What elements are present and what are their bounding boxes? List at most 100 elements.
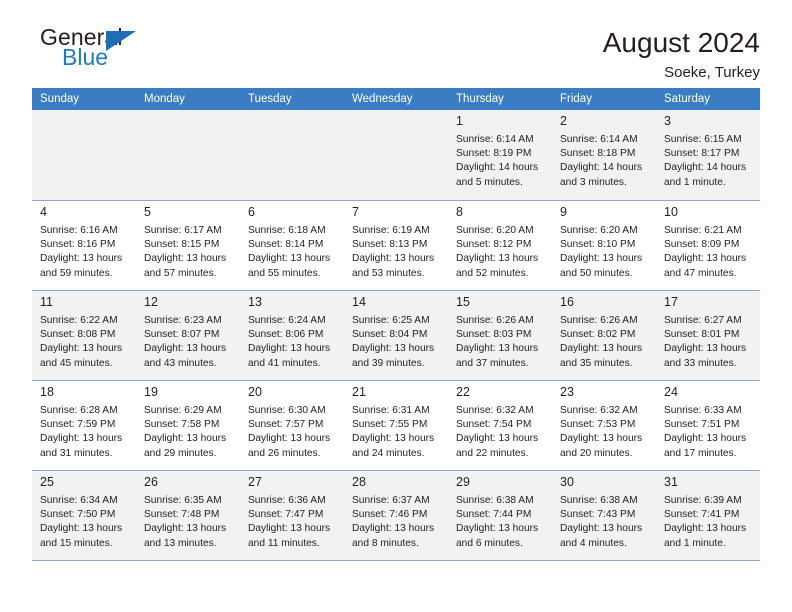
day-number — [40, 114, 130, 129]
day-sunset-text: Sunset: 7:46 PM — [352, 509, 428, 521]
day-number: 7 — [352, 205, 359, 219]
calendar-day-cell[interactable]: 31 Sunrise: 6:39 AM Sunset: 7:41 PM Dayligh… — [656, 470, 760, 560]
day-sunrise-text: Sunrise: 6:32 AM — [560, 405, 638, 416]
day-number: 23 — [560, 385, 574, 399]
day-number: 9 — [560, 205, 567, 219]
day-daylight-line2-text: and 43 minutes. — [144, 357, 217, 369]
calendar-day-cell[interactable]: 28 Sunrise: 6:37 AM Sunset: 7:46 PM Dayligh… — [344, 470, 448, 560]
day-sunset-text: Sunset: 7:48 PM — [144, 509, 220, 521]
day-sunset-text: Sunset: 8:15 PM — [144, 239, 220, 251]
day-sun-info: Sunrise: 6:34 AM Sunset: 7:50 PM Daylight:… — [40, 494, 130, 551]
calendar-day-cell[interactable]: 11 Sunrise: 6:22 AM Sunset: 8:08 PM Dayligh… — [32, 290, 136, 380]
calendar-day-cell[interactable]: 23 Sunrise: 6:32 AM Sunset: 7:53 PM Dayligh… — [552, 380, 656, 470]
day-daylight-line1-text: Daylight: 13 hours — [560, 523, 643, 535]
calendar-day-cell[interactable]: 22 Sunrise: 6:32 AM Sunset: 7:54 PM Dayligh… — [448, 380, 552, 470]
day-sunset-text: Sunset: 8:04 PM — [352, 329, 428, 341]
day-sunset-text: Sunset: 7:44 PM — [456, 509, 532, 521]
calendar-day-cell[interactable]: 14 Sunrise: 6:25 AM Sunset: 8:04 PM Dayligh… — [344, 290, 448, 380]
calendar-body: 1 Sunrise: 6:14 AM Sunset: 8:19 PM Daylight… — [32, 110, 760, 560]
calendar-day-cell[interactable]: 15 Sunrise: 6:26 AM Sunset: 8:03 PM Dayligh… — [448, 290, 552, 380]
calendar-day-cell[interactable]: 30 Sunrise: 6:38 AM Sunset: 7:43 PM Dayligh… — [552, 470, 656, 560]
day-cell-inner: 7 Sunrise: 6:19 AM Sunset: 8:13 PM Daylight… — [344, 200, 448, 290]
day-sunrise-text: Sunrise: 6:24 AM — [248, 315, 326, 326]
day-daylight-line2-text: and 35 minutes. — [560, 357, 633, 369]
day-daylight-line1-text: Daylight: 14 hours — [560, 162, 643, 174]
day-cell-inner: 20 Sunrise: 6:30 AM Sunset: 7:57 PM Dayligh… — [240, 380, 344, 470]
day-sunrise-text: Sunrise: 6:30 AM — [248, 405, 326, 416]
calendar-day-cell[interactable]: 5 Sunrise: 6:17 AM Sunset: 8:15 PM Daylight… — [136, 200, 240, 290]
day-cell-inner — [32, 110, 136, 200]
calendar-day-cell[interactable]: 26 Sunrise: 6:35 AM Sunset: 7:48 PM Dayligh… — [136, 470, 240, 560]
calendar-day-cell[interactable]: 12 Sunrise: 6:23 AM Sunset: 8:07 PM Dayligh… — [136, 290, 240, 380]
day-sunrise-text: Sunrise: 6:14 AM — [456, 134, 534, 145]
calendar-day-cell[interactable]: 13 Sunrise: 6:24 AM Sunset: 8:06 PM Dayligh… — [240, 290, 344, 380]
day-daylight-line2-text: and 4 minutes. — [560, 537, 627, 549]
day-sunset-text: Sunset: 7:54 PM — [456, 419, 532, 431]
calendar-day-cell[interactable]: 25 Sunrise: 6:34 AM Sunset: 7:50 PM Dayligh… — [32, 470, 136, 560]
day-sun-info: Sunrise: 6:28 AM Sunset: 7:59 PM Daylight:… — [40, 404, 130, 461]
day-sun-info: Sunrise: 6:38 AM Sunset: 7:44 PM Daylight:… — [456, 494, 546, 551]
calendar-day-cell[interactable]: 9 Sunrise: 6:20 AM Sunset: 8:10 PM Daylight… — [552, 200, 656, 290]
day-number: 6 — [248, 205, 255, 219]
day-number: 4 — [40, 205, 47, 219]
calendar-day-cell[interactable]: 17 Sunrise: 6:27 AM Sunset: 8:01 PM Dayligh… — [656, 290, 760, 380]
day-sunset-text: Sunset: 8:09 PM — [664, 239, 740, 251]
brand-logo[interactable]: General Blue — [32, 26, 162, 76]
day-cell-inner — [136, 110, 240, 200]
day-sun-info: Sunrise: 6:29 AM Sunset: 7:58 PM Daylight:… — [144, 404, 234, 461]
calendar-day-cell[interactable]: 3 Sunrise: 6:15 AM Sunset: 8:17 PM Daylight… — [656, 110, 760, 200]
day-daylight-line2-text: and 13 minutes. — [144, 537, 217, 549]
day-sunrise-text: Sunrise: 6:39 AM — [664, 495, 742, 506]
day-sun-info: Sunrise: 6:32 AM Sunset: 7:53 PM Daylight:… — [560, 404, 650, 461]
day-daylight-line1-text: Daylight: 13 hours — [144, 523, 227, 535]
calendar-day-cell[interactable]: 20 Sunrise: 6:30 AM Sunset: 7:57 PM Dayligh… — [240, 380, 344, 470]
day-sunrise-text: Sunrise: 6:28 AM — [40, 405, 118, 416]
calendar-day-cell[interactable]: 7 Sunrise: 6:19 AM Sunset: 8:13 PM Daylight… — [344, 200, 448, 290]
day-sun-info: Sunrise: 6:15 AM Sunset: 8:17 PM Daylight:… — [664, 133, 754, 190]
day-sunset-text: Sunset: 8:13 PM — [352, 239, 428, 251]
day-daylight-line1-text: Daylight: 13 hours — [560, 253, 643, 265]
day-daylight-line2-text: and 20 minutes. — [560, 447, 633, 459]
calendar-day-cell[interactable]: 24 Sunrise: 6:33 AM Sunset: 7:51 PM Dayligh… — [656, 380, 760, 470]
day-cell-inner: 11 Sunrise: 6:22 AM Sunset: 8:08 PM Dayligh… — [32, 290, 136, 380]
day-sun-info: Sunrise: 6:14 AM Sunset: 8:19 PM Daylight:… — [456, 133, 546, 190]
calendar-day-cell[interactable]: 16 Sunrise: 6:26 AM Sunset: 8:02 PM Dayligh… — [552, 290, 656, 380]
calendar-day-cell[interactable]: 1 Sunrise: 6:14 AM Sunset: 8:19 PM Daylight… — [448, 110, 552, 200]
calendar-day-cell[interactable]: 18 Sunrise: 6:28 AM Sunset: 7:59 PM Dayligh… — [32, 380, 136, 470]
day-daylight-line1-text: Daylight: 13 hours — [352, 433, 435, 445]
day-number: 18 — [40, 385, 54, 399]
day-sunset-text: Sunset: 8:19 PM — [456, 148, 532, 160]
calendar-day-cell[interactable]: 29 Sunrise: 6:38 AM Sunset: 7:44 PM Dayligh… — [448, 470, 552, 560]
day-daylight-line1-text: Daylight: 13 hours — [40, 523, 123, 535]
day-daylight-line1-text: Daylight: 13 hours — [248, 253, 331, 265]
day-sunrise-text: Sunrise: 6:34 AM — [40, 495, 118, 506]
calendar-day-cell[interactable]: 10 Sunrise: 6:21 AM Sunset: 8:09 PM Dayligh… — [656, 200, 760, 290]
calendar-day-cell[interactable]: 27 Sunrise: 6:36 AM Sunset: 7:47 PM Dayligh… — [240, 470, 344, 560]
day-daylight-line2-text: and 5 minutes. — [456, 176, 523, 188]
day-number: 30 — [560, 475, 574, 489]
day-daylight-line1-text: Daylight: 13 hours — [40, 343, 123, 355]
day-cell-inner: 14 Sunrise: 6:25 AM Sunset: 8:04 PM Dayligh… — [344, 290, 448, 380]
day-sun-info: Sunrise: 6:16 AM Sunset: 8:16 PM Daylight:… — [40, 224, 130, 281]
day-sunrise-text: Sunrise: 6:29 AM — [144, 405, 222, 416]
calendar-day-cell[interactable]: 21 Sunrise: 6:31 AM Sunset: 7:55 PM Dayligh… — [344, 380, 448, 470]
calendar-day-cell[interactable]: 8 Sunrise: 6:20 AM Sunset: 8:12 PM Daylight… — [448, 200, 552, 290]
day-sunset-text: Sunset: 8:18 PM — [560, 148, 636, 160]
day-daylight-line1-text: Daylight: 13 hours — [664, 253, 747, 265]
day-daylight-line2-text: and 1 minute. — [664, 537, 726, 549]
calendar-day-cell[interactable]: 19 Sunrise: 6:29 AM Sunset: 7:58 PM Dayligh… — [136, 380, 240, 470]
day-daylight-line1-text: Daylight: 13 hours — [664, 343, 747, 355]
day-cell-inner: 28 Sunrise: 6:37 AM Sunset: 7:46 PM Dayligh… — [344, 470, 448, 560]
calendar-day-cell[interactable]: 6 Sunrise: 6:18 AM Sunset: 8:14 PM Daylight… — [240, 200, 344, 290]
calendar-day-cell-empty — [136, 110, 240, 200]
day-sun-info: Sunrise: 6:32 AM Sunset: 7:54 PM Daylight:… — [456, 404, 546, 461]
day-daylight-line2-text: and 8 minutes. — [352, 537, 419, 549]
day-daylight-line1-text: Daylight: 13 hours — [560, 343, 643, 355]
calendar-week-row: 4 Sunrise: 6:16 AM Sunset: 8:16 PM Daylight… — [32, 200, 760, 290]
page-subtitle-location: Soeke, Turkey — [664, 64, 760, 82]
calendar-day-cell[interactable]: 4 Sunrise: 6:16 AM Sunset: 8:16 PM Daylight… — [32, 200, 136, 290]
day-sunset-text: Sunset: 8:08 PM — [40, 329, 116, 341]
calendar-day-cell[interactable]: 2 Sunrise: 6:14 AM Sunset: 8:18 PM Daylight… — [552, 110, 656, 200]
day-daylight-line1-text: Daylight: 13 hours — [560, 433, 643, 445]
day-sunset-text: Sunset: 7:47 PM — [248, 509, 324, 521]
